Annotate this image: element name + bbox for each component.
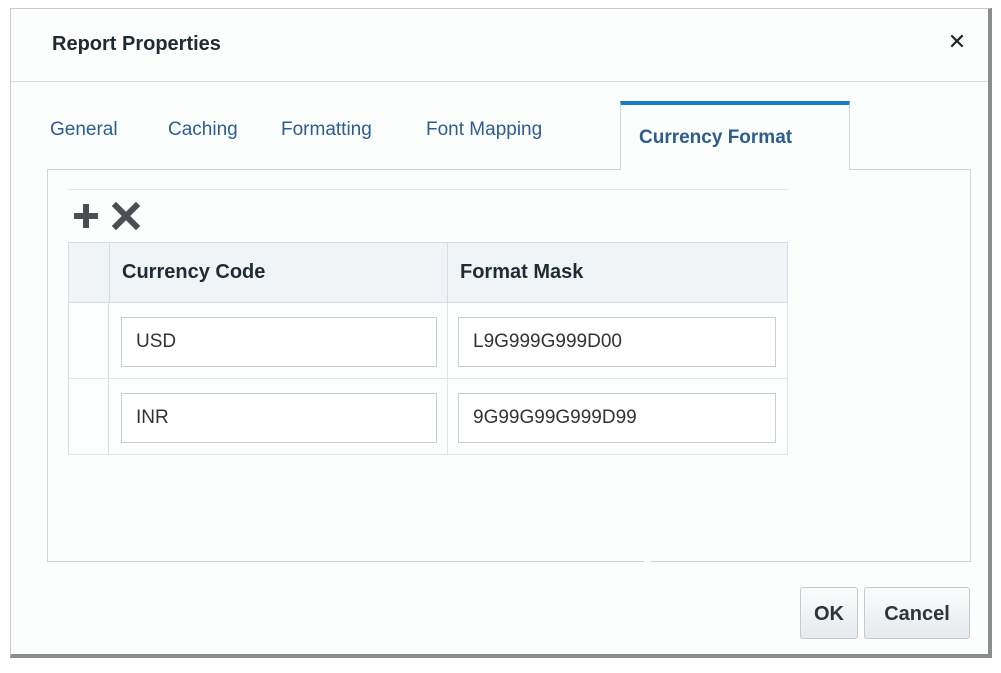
plus-icon[interactable] — [70, 200, 102, 232]
row-selector[interactable] — [69, 303, 109, 378]
currency-code-input[interactable] — [121, 393, 437, 443]
column-header-format-mask[interactable]: Format Mask — [448, 243, 787, 302]
tab-font-mapping[interactable]: Font Mapping — [426, 119, 542, 141]
row-selector-header — [69, 243, 110, 302]
currency-code-input[interactable] — [121, 317, 437, 367]
tab-currency-format-label: Currency Format — [639, 127, 793, 148]
cell-divider — [447, 379, 448, 454]
table-header: Currency Code Format Mask — [68, 242, 788, 303]
panel-border-gap — [644, 561, 650, 565]
cancel-button[interactable]: Cancel — [864, 587, 970, 639]
currency-format-panel: Currency Code Format Mask — [47, 169, 971, 565]
format-mask-input[interactable] — [458, 393, 776, 443]
row-selector[interactable] — [69, 379, 109, 454]
dialog-title: Report Properties — [52, 33, 221, 55]
dialog-title-bar: Report Properties ✕ — [11, 9, 988, 82]
row-border — [787, 379, 788, 454]
row-border — [787, 303, 788, 378]
ok-button[interactable]: OK — [800, 587, 858, 639]
toolbar-divider — [68, 189, 788, 190]
table-row[interactable] — [68, 379, 788, 455]
table-row[interactable] — [68, 303, 788, 379]
report-properties-dialog: Report Properties ✕ General Caching Form… — [10, 8, 992, 658]
tab-formatting[interactable]: Formatting — [281, 119, 372, 141]
tab-general[interactable]: General — [50, 119, 118, 141]
tab-caching[interactable]: Caching — [168, 119, 238, 141]
close-icon[interactable]: ✕ — [946, 31, 968, 53]
tab-currency-format[interactable]: Currency Format — [620, 101, 850, 170]
format-mask-input[interactable] — [458, 317, 776, 367]
delete-x-icon[interactable] — [110, 200, 142, 232]
cell-divider — [447, 303, 448, 378]
column-header-currency-code[interactable]: Currency Code — [110, 243, 448, 302]
